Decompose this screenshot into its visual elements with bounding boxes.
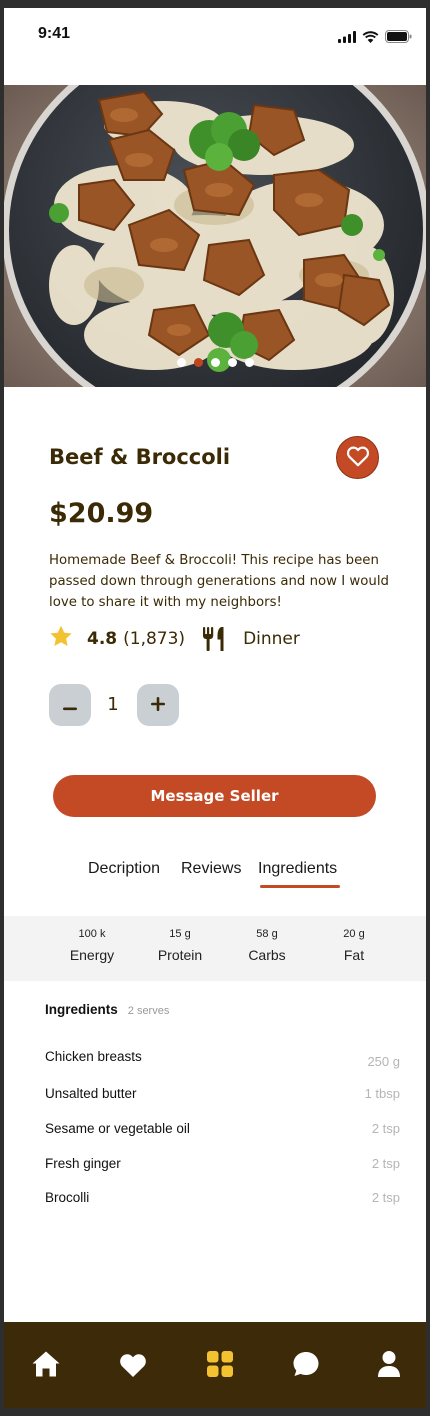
ingredient-name: Unsalted butter [45,1086,137,1101]
nav-home[interactable] [30,1350,62,1382]
message-seller-button[interactable]: Message Seller [53,775,376,817]
nutrition-label: Protein [157,947,203,963]
quantity-value: 1 [107,694,119,715]
nav-messages[interactable] [290,1350,322,1382]
rating-count[interactable]: (1,873) [123,629,185,649]
grid-icon [206,1350,234,1382]
nutrition-label: Carbs [248,947,286,963]
plus-icon [151,696,165,715]
ingredient-name: Brocolli [45,1190,90,1205]
serves-label: 2 serves [127,1005,170,1017]
ingredient-qty: 1 tbsp [364,1086,400,1101]
ingredient-qty: 250 g [367,1054,400,1069]
rating-value: 4.8 [87,629,118,649]
nutrition-label: Energy [69,947,115,963]
ingredient-row: Fresh ginger 2 tsp [45,1156,400,1180]
active-tab-indicator [260,885,340,888]
ingredient-name: Sesame or vegetable oil [45,1121,190,1136]
carousel-dots [4,358,426,367]
app-screen: 9:41 Beef & Broccoli $20.99 Homemade Bee… [4,8,426,1408]
nutrition-value: 100 k [78,928,106,940]
nutrition-item-carbs: 58 g Carbs [227,928,307,963]
ingredient-qty: 2 tsp [371,1190,400,1205]
carousel-dot-active[interactable] [193,358,203,367]
tab-description[interactable]: Decription [88,860,160,878]
favorite-button[interactable] [336,436,379,479]
nav-profile[interactable] [373,1350,405,1382]
nav-menu[interactable] [204,1350,236,1382]
nutrition-value: 58 g [256,928,278,940]
status-time: 9:41 [38,25,71,42]
wifi-icon [362,28,379,47]
star-icon [49,625,73,653]
minus-icon [63,696,77,715]
carousel-dot[interactable] [227,358,237,367]
ingredient-qty: 2 tsp [371,1156,400,1171]
nutrition-value: 15 g [169,928,191,940]
ingredient-name: Chicken breasts [45,1049,142,1064]
fork-knife-icon [201,626,227,652]
bottom-nav [4,1322,426,1408]
ingredient-row: Unsalted butter 1 tbsp [45,1086,400,1110]
carousel-dot[interactable] [244,358,254,367]
product-description: Homemade Beef & Broccoli! This recipe ha… [49,553,389,610]
nutrition-label: Fat [343,947,365,963]
nutrition-value: 20 g [343,928,365,940]
product-price: $20.99 [49,498,154,529]
ingredient-row: Sesame or vegetable oil 2 tsp [45,1121,400,1145]
home-icon [31,1350,61,1382]
product-title: Beef & Broccoli [49,445,231,469]
battery-icon [385,28,412,47]
ingredients-header: Ingredients 2 serves [45,1002,169,1017]
signal-icon [338,28,356,47]
ingredient-row: Brocolli 2 tsp [45,1190,400,1214]
detail-tabs: Decription Reviews Ingredients [4,860,426,890]
hero-image[interactable] [4,85,426,387]
chat-icon [292,1350,320,1382]
ingredient-name: Fresh ginger [45,1156,121,1171]
ingredients-title: Ingredients [45,1002,118,1017]
nutrition-item-protein: 15 g Protein [140,928,220,963]
nutrition-bar: 100 k Energy 15 g Protein 58 g Carbs 20 … [4,916,426,981]
ingredient-qty: 2 tsp [371,1121,400,1136]
product-meta: 4.8 (1,873) Dinner [49,624,300,654]
increment-button[interactable] [137,684,179,726]
ingredient-row: Chicken breasts 250 g [45,1049,400,1073]
nav-favorites[interactable] [117,1350,149,1382]
tab-ingredients[interactable]: Ingredients [258,860,337,878]
heart-outline-icon [346,445,370,471]
heart-icon [118,1351,148,1382]
tab-reviews[interactable]: Reviews [181,860,241,878]
status-bar: 9:41 [4,8,426,84]
carousel-dot[interactable] [176,358,186,367]
nutrition-item-fat: 20 g Fat [314,928,394,963]
category-label: Dinner [243,629,300,649]
decrement-button[interactable] [49,684,91,726]
status-icons [338,28,412,47]
nutrition-item-energy: 100 k Energy [52,928,132,963]
profile-icon [376,1350,402,1382]
carousel-dot[interactable] [210,358,220,367]
